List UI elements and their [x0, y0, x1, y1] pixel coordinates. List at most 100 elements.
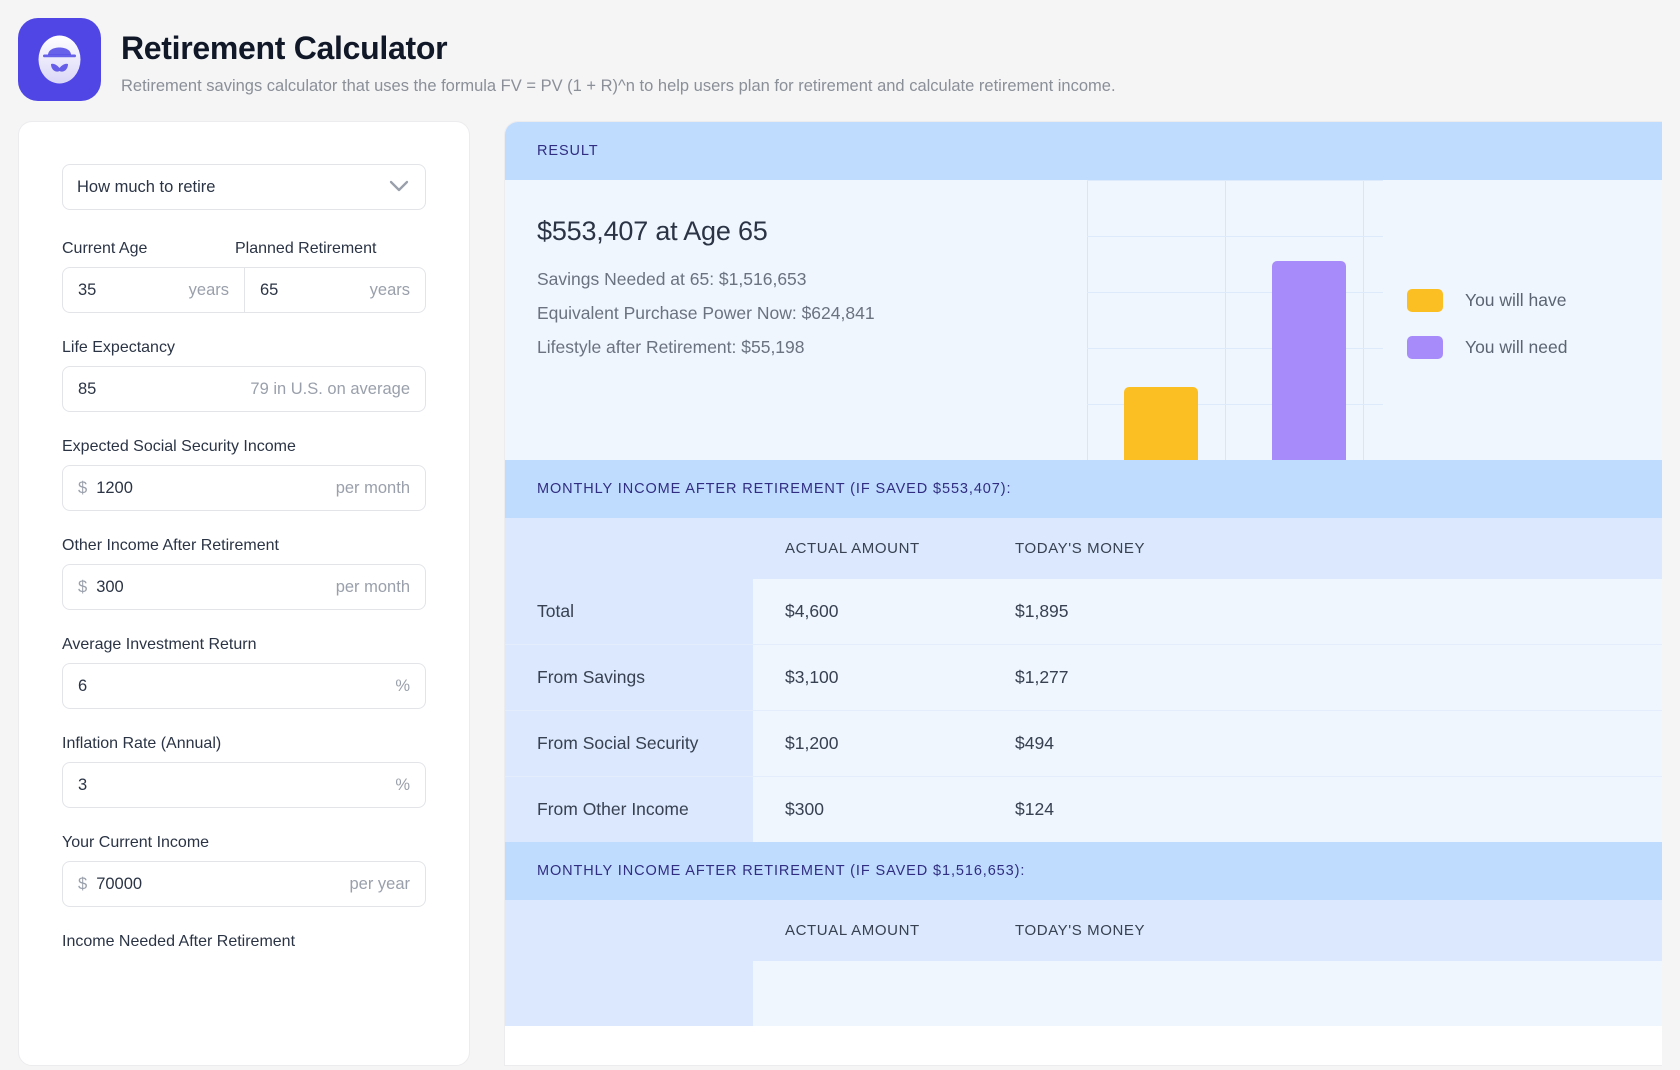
investment-return-value: 6: [78, 676, 88, 695]
life-expectancy-hint: 79 in U.S. on average: [250, 379, 410, 398]
income-needed-label: Income Needed After Retirement: [62, 933, 296, 950]
current-income-group: Your Current Income $ 70000 per year: [62, 834, 426, 907]
table-row: From Social Security $1,200 $494: [505, 710, 1662, 777]
calculation-mode-select[interactable]: How much to retire: [62, 164, 426, 210]
table-1-r3-actual: $300: [753, 776, 983, 842]
input-form-panel: How much to retire Current Age Planned R…: [18, 121, 470, 1066]
other-income-label: Other Income After Retirement: [62, 537, 279, 554]
current-income-suffix: per year: [349, 874, 410, 893]
social-security-input[interactable]: $ 1200 per month: [62, 465, 426, 511]
table-row: From Savings $3,100 $1,277: [505, 644, 1662, 711]
social-security-label: Expected Social Security Income: [62, 438, 296, 455]
table-1-r2-actual: $1,200: [753, 710, 983, 777]
chart-plot-area: [1087, 180, 1383, 460]
result-summary: $553,407 at Age 65 Savings Needed at 65:…: [505, 180, 1662, 460]
current-income-value: 70000: [96, 874, 143, 893]
current-age-value: 35: [78, 280, 97, 299]
other-income-value: 300: [96, 577, 124, 596]
legend-swatch-have: [1407, 289, 1443, 312]
other-income-suffix: per month: [335, 577, 410, 596]
table-2-band-label: MONTHLY INCOME AFTER RETIREMENT (IF SAVE…: [505, 842, 1662, 900]
table-header-row: ACTUAL AMOUNT TODAY'S MONEY: [505, 518, 1662, 579]
legend-item-have: You will have: [1407, 289, 1568, 312]
life-expectancy-input[interactable]: 85 79 in U.S. on average: [62, 366, 426, 412]
page-subtitle: Retirement savings calculator that uses …: [121, 76, 1116, 95]
percent-suffix-icon: %: [395, 775, 410, 794]
table-1-r3-today: $124: [983, 776, 1662, 842]
legend-label-need: You will need: [1465, 337, 1568, 357]
current-income-label: Your Current Income: [62, 834, 210, 851]
table-1-col-1: ACTUAL AMOUNT: [753, 518, 983, 579]
result-line-purchase-power: Equivalent Purchase Power Now: $624,841: [537, 303, 875, 323]
savings-comparison-chart: You will have You will need: [1077, 180, 1630, 460]
life-expectancy-group: Life Expectancy 85 79 in U.S. on average: [62, 339, 426, 412]
legend-item-need: You will need: [1407, 336, 1568, 359]
table-1-r2-today: $494: [983, 710, 1662, 777]
main-content: How much to retire Current Age Planned R…: [0, 101, 1680, 1066]
gentleman-avatar-icon: [18, 18, 101, 101]
table-2-r0-label: [505, 961, 753, 1026]
table-2-col-2: TODAY'S MONEY: [983, 900, 1662, 961]
social-security-group: Expected Social Security Income $ 1200 p…: [62, 438, 426, 511]
table-1-r1-actual: $3,100: [753, 644, 983, 711]
life-expectancy-value: 85: [78, 379, 97, 398]
investment-return-label: Average Investment Return: [62, 636, 257, 653]
table-2-r0-today: [983, 961, 1662, 1026]
result-line-lifestyle: Lifestyle after Retirement: $55,198: [537, 337, 805, 357]
table-1-r0-label: Total: [505, 579, 753, 645]
currency-prefix-icon: $: [78, 577, 88, 596]
monthly-income-table-2: ACTUAL AMOUNT TODAY'S MONEY: [505, 900, 1662, 1026]
table-1-r2-label: From Social Security: [505, 710, 753, 777]
social-security-suffix: per month: [335, 478, 410, 497]
table-1-r0-today: $1,895: [983, 579, 1662, 645]
table-1-r0-actual: $4,600: [753, 579, 983, 645]
planned-retirement-label: Planned Retirement: [235, 240, 377, 257]
currency-prefix-icon: $: [78, 478, 88, 497]
investment-return-group: Average Investment Return 6 %: [62, 636, 426, 709]
bar-you-will-have: [1124, 387, 1198, 460]
legend-label-have: You will have: [1465, 290, 1567, 310]
calculation-mode-value: How much to retire: [77, 177, 216, 196]
bar-you-will-need: [1272, 261, 1346, 460]
table-1-r3-label: From Other Income: [505, 776, 753, 842]
table-1-col-2: TODAY'S MONEY: [983, 518, 1662, 579]
table-2-r0-actual: [753, 961, 983, 1026]
planned-retirement-value: 65: [260, 280, 279, 299]
table-2-col-1: ACTUAL AMOUNT: [753, 900, 983, 961]
app-header: Retirement Calculator Retirement savings…: [0, 0, 1680, 101]
table-row: From Other Income $300 $124: [505, 776, 1662, 842]
planned-retirement-input[interactable]: 65 years: [244, 267, 426, 313]
page-title: Retirement Calculator: [121, 30, 448, 66]
chart-legend: You will have You will need: [1407, 289, 1568, 359]
table-1-r1-today: $1,277: [983, 644, 1662, 711]
age-fields-group: Current Age Planned Retirement 35 years …: [62, 240, 426, 313]
legend-swatch-need: [1407, 336, 1443, 359]
table-1-band-label: MONTHLY INCOME AFTER RETIREMENT (IF SAVE…: [505, 460, 1662, 518]
inflation-rate-input[interactable]: 3 %: [62, 762, 426, 808]
results-panel: RESULT $553,407 at Age 65 Savings Needed…: [504, 121, 1662, 1066]
investment-return-input[interactable]: 6 %: [62, 663, 426, 709]
other-income-group: Other Income After Retirement $ 300 per …: [62, 537, 426, 610]
monthly-income-table-1: ACTUAL AMOUNT TODAY'S MONEY Total $4,600…: [505, 518, 1662, 842]
table-row: Total $4,600 $1,895: [505, 579, 1662, 645]
table-header-row: ACTUAL AMOUNT TODAY'S MONEY: [505, 900, 1662, 961]
current-age-input[interactable]: 35 years: [62, 267, 244, 313]
percent-suffix-icon: %: [395, 676, 410, 695]
other-income-input[interactable]: $ 300 per month: [62, 564, 426, 610]
result-line-savings-needed: Savings Needed at 65: $1,516,653: [537, 269, 807, 289]
result-headline: $553,407 at Age 65: [537, 216, 768, 246]
planned-retirement-suffix: years: [369, 280, 410, 299]
result-band-label: RESULT: [505, 122, 1662, 180]
table-row: [505, 961, 1662, 1026]
current-age-label: Current Age: [62, 240, 148, 257]
inflation-rate-label: Inflation Rate (Annual): [62, 735, 222, 752]
current-income-input[interactable]: $ 70000 per year: [62, 861, 426, 907]
life-expectancy-label: Life Expectancy: [62, 339, 175, 356]
currency-prefix-icon: $: [78, 874, 88, 893]
current-age-suffix: years: [188, 280, 229, 299]
income-needed-group: Income Needed After Retirement: [62, 933, 426, 951]
inflation-rate-value: 3: [78, 775, 88, 794]
table-2-col-0: [505, 900, 753, 961]
table-1-col-0: [505, 518, 753, 579]
table-1-r1-label: From Savings: [505, 644, 753, 711]
